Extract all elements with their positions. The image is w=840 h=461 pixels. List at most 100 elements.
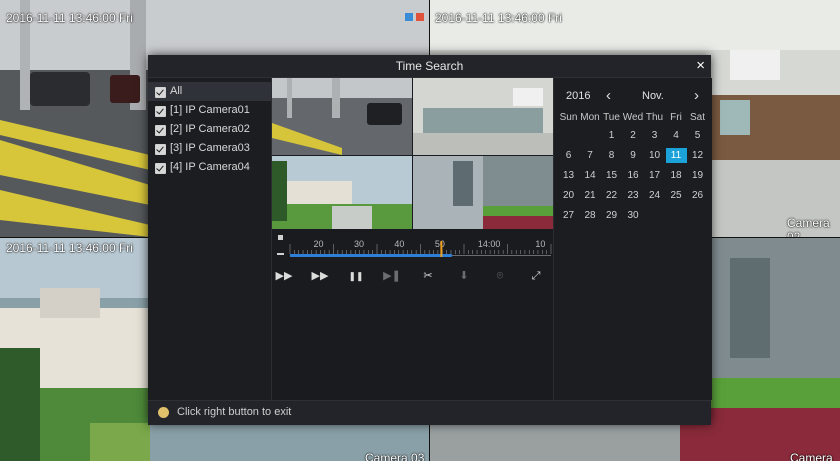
fullscreen-button[interactable]: ⤢ (526, 267, 546, 285)
preview-camera-4[interactable] (413, 156, 553, 229)
calendar-day[interactable]: 19 (687, 168, 708, 183)
record-icon (405, 13, 413, 21)
lock-icon[interactable] (278, 235, 283, 240)
calendar-day[interactable]: 21 (580, 188, 601, 203)
calendar-week: 27 28 29 30 (558, 208, 710, 224)
calendar-day[interactable]: 28 (580, 208, 601, 223)
calendar-day[interactable]: 9 (623, 148, 644, 163)
camera-3-osd: 2016-11-11 13:46:00 Fri (6, 241, 133, 255)
camera-2-osd: 2016-11-11 13:46:00 Fri (435, 11, 562, 25)
calendar-day[interactable]: 13 (558, 168, 579, 183)
camera-checkbox[interactable] (155, 87, 166, 98)
dialog-footer: Click right button to exit (148, 400, 711, 425)
timeline-tick-label: 50 (435, 239, 445, 249)
calendar-day[interactable]: 10 (644, 148, 665, 163)
camera-list: All [1] IP Camera01 [2] IP Camera02 [3] IP … (148, 78, 272, 400)
calendar-day[interactable]: 16 (623, 168, 644, 183)
dialog-title: Time Search (395, 59, 464, 73)
playback-controls: ▶▶ ▶▶ ❚❚ ▶❚ ✂ ⬇ ⌾ ⤢ (272, 265, 553, 287)
calendar-day[interactable]: 20 (558, 188, 579, 203)
calendar-day[interactable]: 14 (580, 168, 601, 183)
calendar-day[interactable]: 11 (665, 148, 687, 163)
slow-forward-button[interactable]: ▶▶ (310, 267, 330, 285)
calendar-year: 2016 (566, 90, 591, 102)
camera-list-item[interactable]: [2] IP Camera02 (148, 120, 271, 139)
camera-list-item[interactable]: [4] IP Camera04 (148, 158, 271, 177)
calendar-day[interactable]: 1 (601, 128, 622, 143)
next-month-button[interactable]: › (694, 87, 699, 104)
camera-3-label: Camera 03 (365, 451, 425, 461)
camera-checkbox[interactable] (155, 144, 166, 155)
calendar-day[interactable]: 26 (687, 188, 708, 203)
calendar-grid: Sun Mon Tue Wed Thu Fri Sat 1 2 3 4 5 6 7 8 9 10 11 12 13 14… (558, 110, 710, 224)
camera-list-all[interactable]: All (148, 82, 271, 101)
timeline-tick-label: 40 (394, 239, 404, 249)
calendar-day[interactable]: 8 (601, 148, 622, 163)
step-forward-button[interactable]: ▶❚ (382, 267, 402, 285)
calendar-day[interactable]: 15 (601, 168, 622, 183)
calendar-day[interactable]: 3 (644, 128, 665, 143)
calendar-day[interactable]: 30 (623, 208, 644, 223)
calendar-day[interactable]: 25 (666, 188, 687, 203)
mouse-icon (158, 407, 169, 418)
calendar-week: 13 14 15 16 17 18 19 (558, 168, 710, 184)
camera-list-item[interactable]: [3] IP Camera03 (148, 139, 271, 158)
calendar-header: 2016 ‹ Nov. › (554, 87, 712, 106)
weekday-label: Sun (559, 112, 578, 123)
time-search-dialog: Time Search × All [1] IP Camera01 [2] IP C… (148, 55, 712, 425)
camera-4-label: Camera 04 (790, 451, 833, 461)
calendar-day[interactable]: 6 (558, 148, 579, 163)
camera-label: All (170, 85, 183, 97)
timeline-track[interactable]: 20 30 40 50 14:00 10 (272, 233, 553, 265)
timeline-tick-label: 10 (535, 239, 545, 249)
alarm-icon (416, 13, 424, 21)
camera-label: [4] IP Camera04 (170, 161, 250, 173)
download-button[interactable]: ⬇ (454, 267, 474, 285)
camera-2-label: Camera 02 (787, 216, 830, 237)
exit-hint: Click right button to exit (177, 406, 292, 418)
calendar-day[interactable]: 27 (558, 208, 579, 223)
timeline[interactable]: 20 30 40 50 14:00 10 (272, 233, 553, 265)
calendar-day[interactable]: 5 (687, 128, 708, 143)
camera-checkbox[interactable] (155, 125, 166, 136)
zoom-out-icon[interactable] (277, 253, 284, 255)
camera-checkbox[interactable] (155, 163, 166, 174)
calendar-month: Nov. (642, 90, 664, 102)
weekday-label: Mon (580, 112, 600, 123)
dialog-header: Time Search × (148, 55, 711, 78)
close-icon[interactable]: × (696, 57, 705, 75)
preview-camera-3[interactable] (272, 156, 412, 229)
snapshot-button[interactable]: ⌾ (490, 267, 510, 285)
calendar-day[interactable]: 2 (623, 128, 644, 143)
calendar-day[interactable]: 4 (666, 128, 687, 143)
preview-camera-2[interactable] (413, 78, 553, 155)
timeline-tick-label: 30 (354, 239, 364, 249)
calendar-day[interactable]: 24 (644, 188, 665, 203)
camera-label: [2] IP Camera02 (170, 123, 250, 135)
fast-forward-button[interactable]: ▶▶ (274, 267, 294, 285)
calendar-day[interactable]: 12 (687, 148, 708, 163)
calendar-day[interactable]: 29 (601, 208, 622, 223)
calendar-day[interactable]: 22 (601, 188, 622, 203)
preview-camera-1[interactable] (272, 78, 412, 155)
camera-label: [3] IP Camera03 (170, 142, 250, 154)
calendar-weekdays: Sun Mon Tue Wed Thu Fri Sat (558, 110, 710, 126)
camera-label: [1] IP Camera01 (170, 104, 250, 116)
calendar-day[interactable]: 7 (580, 148, 601, 163)
prev-month-button[interactable]: ‹ (606, 87, 611, 104)
recorded-segment (290, 254, 452, 257)
clip-button[interactable]: ✂ (418, 267, 438, 285)
calendar-week: 20 21 22 23 24 25 26 (558, 188, 710, 204)
timeline-tick-label: 14:00 (478, 239, 501, 249)
weekday-label: Wed (622, 112, 644, 123)
calendar-day[interactable]: 23 (623, 188, 644, 203)
pause-button[interactable]: ❚❚ (346, 267, 366, 285)
weekday-label: Fri (670, 112, 682, 123)
weekday-label: Sat (689, 112, 705, 123)
camera-checkbox[interactable] (155, 106, 166, 117)
calendar-day[interactable]: 18 (666, 168, 687, 183)
camera-list-item[interactable]: [1] IP Camera01 (148, 101, 271, 120)
timeline-tick-label: 20 (313, 239, 323, 249)
timeline-cursor[interactable] (440, 241, 443, 257)
calendar-day[interactable]: 17 (644, 168, 665, 183)
